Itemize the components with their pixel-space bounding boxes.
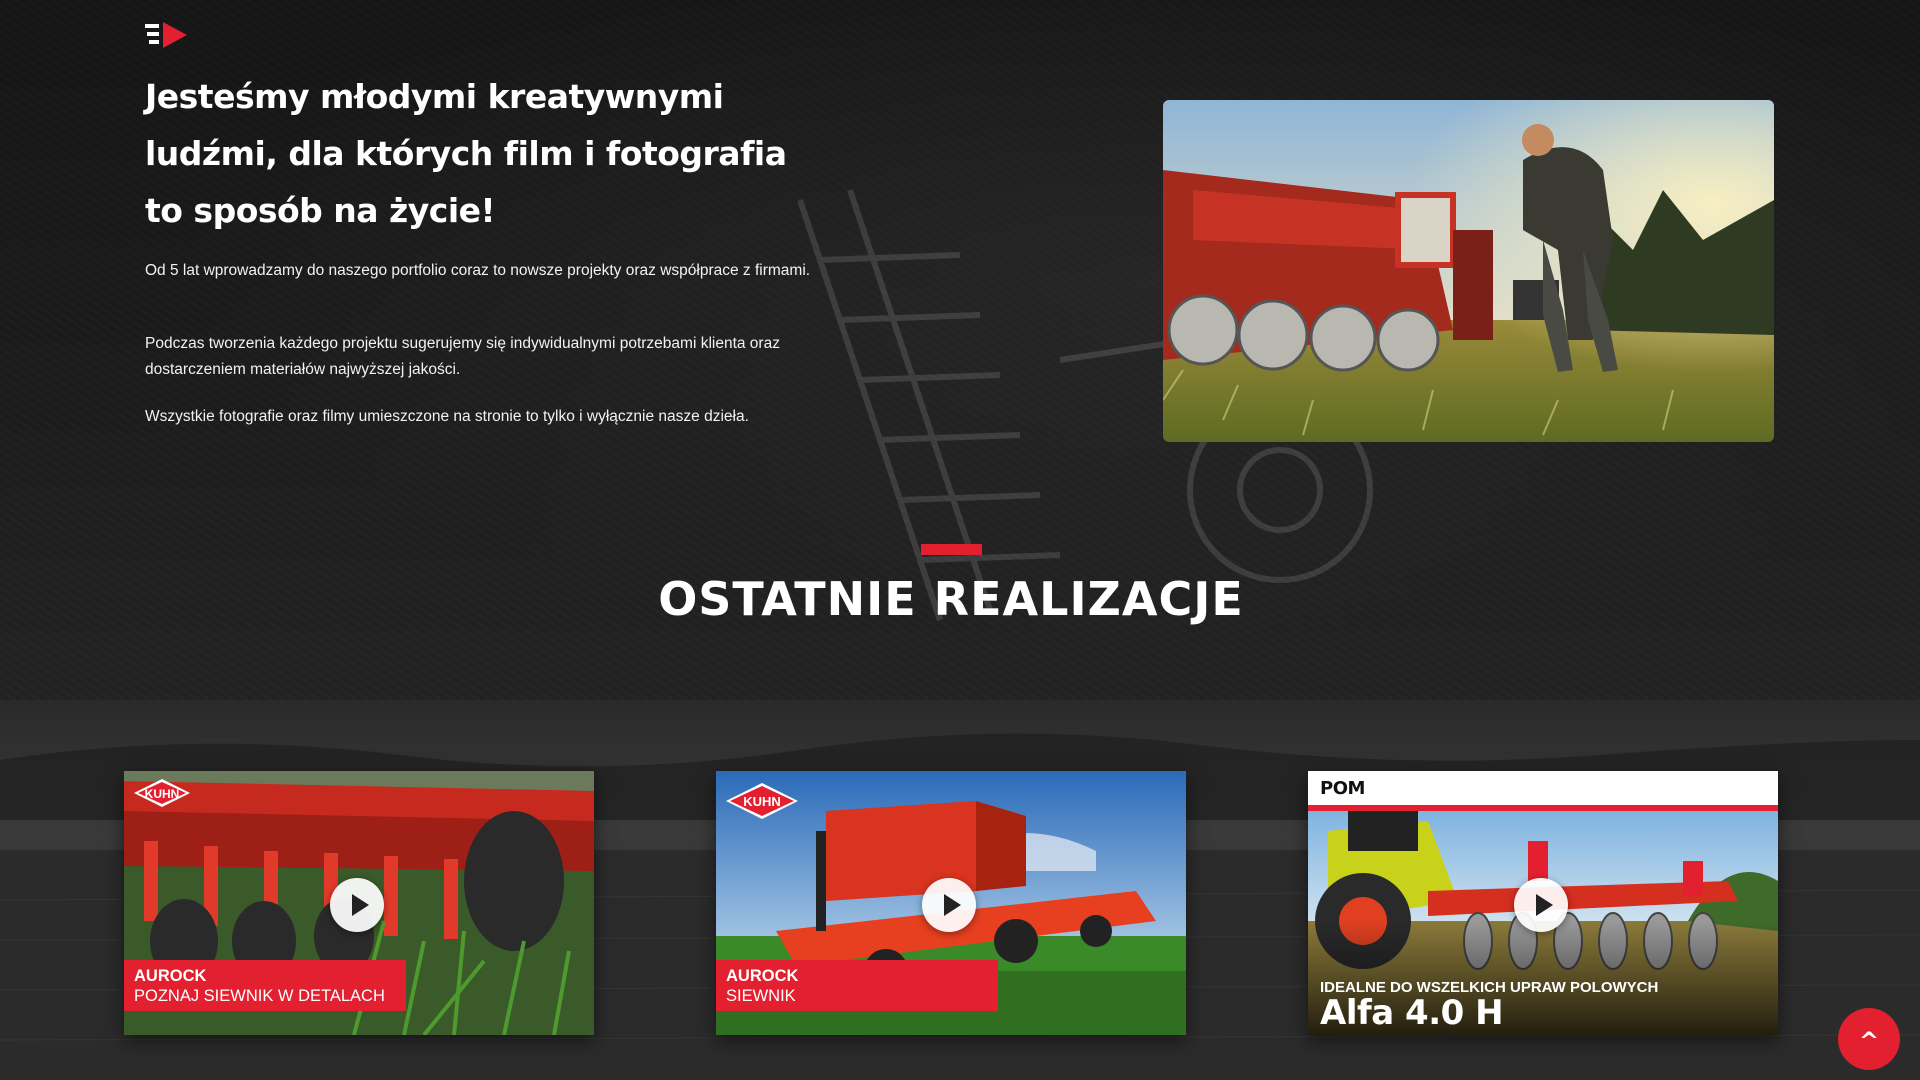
about-section: Jesteśmy młodymi kreatywnymi ludźmi, dla… xyxy=(0,0,1920,700)
about-headline: Jesteśmy młodymi kreatywnymi ludźmi, dla… xyxy=(145,77,787,230)
svg-text:KUHN: KUHN xyxy=(145,787,180,801)
pom-header-strip: POM xyxy=(1308,771,1778,805)
play-button-3[interactable] xyxy=(1514,878,1568,932)
video-card-2[interactable]: KUHN AUROCK SIEWNIK xyxy=(716,771,1186,1035)
pom-red-line xyxy=(1308,805,1778,811)
play-button-1[interactable] xyxy=(330,878,384,932)
scroll-to-top-button[interactable]: ^ xyxy=(1838,1008,1900,1070)
video-caption-2: AUROCK SIEWNIK xyxy=(716,960,998,1011)
caption-title-2: AUROCK xyxy=(726,967,799,985)
about-paragraph-1: Od 5 lat wprowadzamy do naszego portfoli… xyxy=(145,262,811,279)
about-paragraph-3: Wszystkie fotografie oraz filmy umieszcz… xyxy=(145,408,749,425)
section-title: OSTATNIE REALIZACJE xyxy=(658,572,1244,626)
chevron-up-icon: ^ xyxy=(1858,1027,1880,1055)
about-paragraph-2: Podczas tworzenia każdego projektu suger… xyxy=(145,335,780,378)
section-accent-bar xyxy=(921,544,982,555)
svg-text:KUHN: KUHN xyxy=(743,794,781,809)
play-button-2[interactable] xyxy=(922,878,976,932)
video-caption-1: AUROCK POZNAJ SIEWNIK W DETALACH xyxy=(124,960,406,1011)
video-model-name-3: Alfa 4.0 H xyxy=(1320,993,1504,1033)
company-logo-icon[interactable] xyxy=(145,20,191,52)
caption-subtitle-1: POZNAJ SIEWNIK W DETALACH xyxy=(134,987,385,1005)
caption-title-1: AUROCK xyxy=(134,967,207,985)
video-card-3[interactable]: POM IDEALNE DO WSZELKICH UPRAW POLOWYCH … xyxy=(1308,771,1778,1035)
video-card-1[interactable]: KUHN AUROCK POZNAJ SIEWNIK W DETALACH xyxy=(124,771,594,1035)
pom-brand-logo: POM xyxy=(1320,778,1365,799)
hero-photo xyxy=(1163,100,1774,442)
caption-subtitle-2: SIEWNIK xyxy=(726,987,796,1005)
